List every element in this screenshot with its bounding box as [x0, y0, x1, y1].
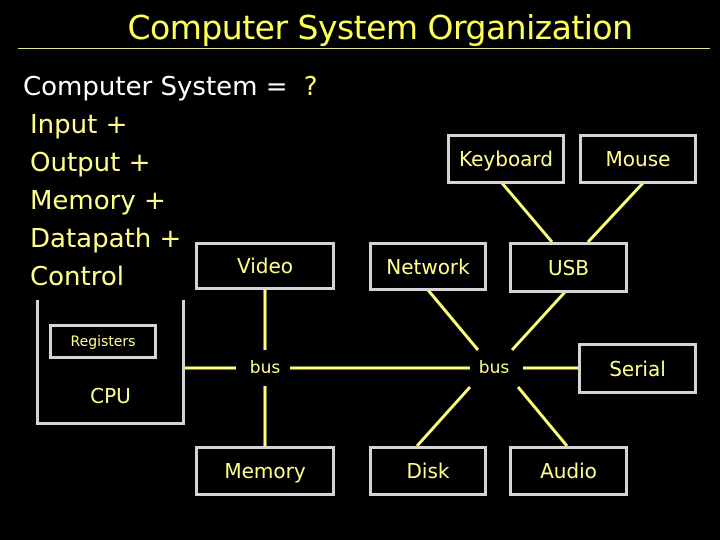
mouse-box: Mouse [579, 134, 697, 184]
line-bus2-disk [415, 385, 472, 448]
usb-label: USB [547, 255, 590, 280]
line-usb-bus2 [510, 290, 567, 352]
cpu-box: CPU [36, 300, 185, 425]
usb-box: USB [509, 242, 628, 293]
cpu-label: CPU [90, 384, 131, 408]
disk-box: Disk [369, 446, 487, 496]
registers-label: Registers [70, 333, 136, 350]
mouse-label: Mouse [605, 147, 671, 171]
registers-box: Registers [49, 324, 157, 359]
disk-label: Disk [406, 459, 450, 483]
network-label: Network [386, 254, 470, 279]
line-mouse-usb [586, 181, 645, 244]
line-keyboard-usb [500, 182, 554, 243]
bus-label-2: bus [478, 358, 510, 378]
video-box: Video [195, 242, 335, 290]
audio-box: Audio [509, 446, 628, 496]
line-network-bus2 [426, 289, 480, 351]
keyboard-box: Keyboard [447, 134, 565, 184]
serial-label: Serial [609, 356, 666, 381]
audio-label: Audio [540, 459, 597, 483]
video-label: Video [236, 254, 294, 278]
serial-box: Serial [578, 343, 697, 394]
keyboard-label: Keyboard [458, 147, 553, 171]
memory-label: Memory [224, 459, 306, 483]
network-box: Network [369, 242, 487, 291]
memory-box: Memory [195, 446, 335, 496]
line-bus2-audio [516, 386, 569, 447]
bus-label-1: bus [249, 358, 281, 378]
